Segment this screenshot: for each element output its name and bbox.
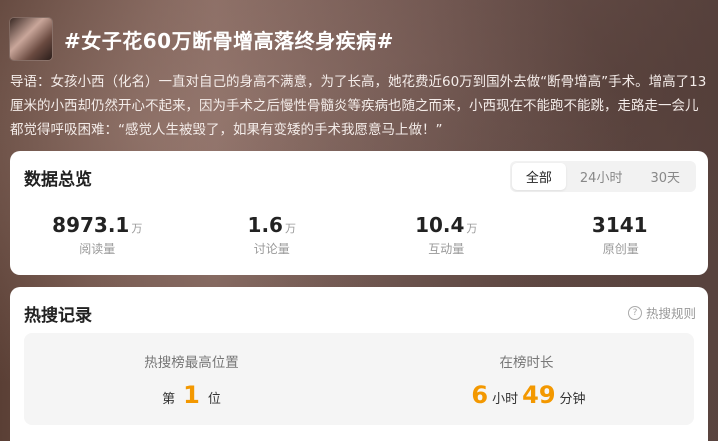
minutes-unit: 分钟 xyxy=(559,392,586,407)
topic-title: #女子花60万断骨增高落终身疾病# xyxy=(64,28,394,53)
stat-originals: 3141 原创量 xyxy=(534,213,709,257)
stat-discussions: 1.6 万 讨论量 xyxy=(185,213,360,257)
stat-label: 讨论量 xyxy=(253,242,290,256)
peak-position: 热搜榜最高位置 第1位 xyxy=(24,333,359,425)
peak-suffix: 位 xyxy=(207,392,221,407)
topic-header: #女子花60万断骨增高落终身疾病# xyxy=(10,18,394,60)
peak-value: 1 xyxy=(183,381,200,409)
stat-interactions: 10.4 万 互动量 xyxy=(359,213,534,257)
time-range-tabs: 全部 24小时 30天 xyxy=(509,161,696,192)
stat-unit: 万 xyxy=(466,222,478,235)
stat-value: 3141 xyxy=(591,213,648,237)
stat-value: 10.4 xyxy=(415,213,465,237)
stats-row: 8973.1 万 阅读量 1.6 万 讨论量 10.4 万 互动量 3141 原创量 xyxy=(10,213,708,257)
stat-label: 原创量 xyxy=(602,242,639,256)
peak-prefix: 第 xyxy=(162,392,176,407)
stat-value: 8973.1 xyxy=(52,213,130,237)
duration-minutes: 49 xyxy=(522,381,556,409)
tab-all[interactable]: 全部 xyxy=(511,163,566,190)
topic-intro: 导语：女孩小西（化名）一直对自己的身高不满意，为了长高，她花费近60万到国外去做… xyxy=(10,74,707,138)
data-overview-card: 数据总览 全部 24小时 30天 8973.1 万 阅读量 1.6 万 讨论量 10… xyxy=(10,151,708,275)
peak-label: 热搜榜最高位置 xyxy=(144,355,239,371)
duration-label: 在榜时长 xyxy=(499,355,554,371)
hot-search-card: 热搜记录 ? 热搜规则 热搜榜最高位置 第1位 在榜时长 6 小时 49 分钟 xyxy=(10,287,708,441)
hot-search-panel: 热搜榜最高位置 第1位 在榜时长 6 小时 49 分钟 xyxy=(24,333,694,425)
stat-unit: 万 xyxy=(131,222,143,235)
rules-label: 热搜规则 xyxy=(645,306,696,321)
hot-search-rules-link[interactable]: ? 热搜规则 xyxy=(627,303,696,322)
topic-thumbnail[interactable] xyxy=(10,18,52,60)
hot-search-title: 热搜记录 xyxy=(24,306,92,326)
stat-label: 互动量 xyxy=(428,242,465,256)
hours-unit: 小时 xyxy=(492,392,519,407)
question-icon: ? xyxy=(627,305,642,320)
overview-title: 数据总览 xyxy=(24,170,92,190)
stat-value: 1.6 xyxy=(247,213,283,237)
stat-reads: 8973.1 万 阅读量 xyxy=(10,213,185,257)
duration-hours: 6 xyxy=(471,381,489,409)
tab-30d[interactable]: 30天 xyxy=(636,163,694,190)
tab-24h[interactable]: 24小时 xyxy=(566,163,637,190)
stat-unit: 万 xyxy=(284,222,296,235)
on-list-duration: 在榜时长 6 小时 49 分钟 xyxy=(359,333,694,425)
stat-label: 阅读量 xyxy=(79,242,116,256)
